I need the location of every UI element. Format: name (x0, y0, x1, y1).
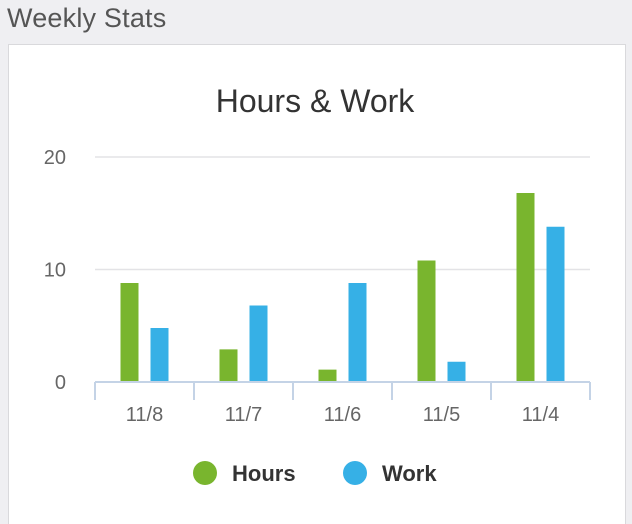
bar-hours-3 (318, 369, 337, 382)
x-axis: 11/8 11/7 11/6 11/5 11/4 (94, 381, 591, 426)
y-tick-label: 10 (44, 260, 66, 282)
x-tick-label: 11/7 (225, 404, 262, 426)
chart: Hours & Work 01020 11/8 11/7 11/6 11/5 11/4 … (44, 83, 591, 486)
bar-work-5 (546, 226, 565, 382)
x-tick-label: 11/6 (324, 404, 361, 426)
bar-hours-2 (219, 349, 238, 382)
bar-hours-4 (417, 260, 436, 382)
bar-work-2 (249, 305, 268, 382)
bars (120, 193, 565, 382)
x-tick-label: 11/4 (522, 404, 559, 426)
page: Weekly Stats Hours & Work 0 10 20 11/8 11/7… (0, 0, 632, 524)
bar-work-4 (447, 361, 466, 382)
bar-hours-5 (516, 193, 535, 382)
legend-label-work: Work (382, 461, 437, 486)
legend: Hours Work (193, 461, 437, 486)
y-tick-label: 20 (44, 147, 66, 169)
bar-work-3 (348, 283, 367, 382)
legend-marker-work (343, 461, 367, 485)
chart-title: Hours & Work (216, 83, 416, 119)
bar-work-1 (150, 328, 169, 382)
legend-label-hours: Hours (232, 461, 296, 486)
x-tick-label: 11/5 (423, 404, 460, 426)
x-tick-label: 11/8 (126, 404, 163, 426)
y-tick-label: 0 (55, 372, 66, 394)
legend-marker-hours (193, 461, 217, 485)
bar-hours-1 (120, 283, 139, 382)
